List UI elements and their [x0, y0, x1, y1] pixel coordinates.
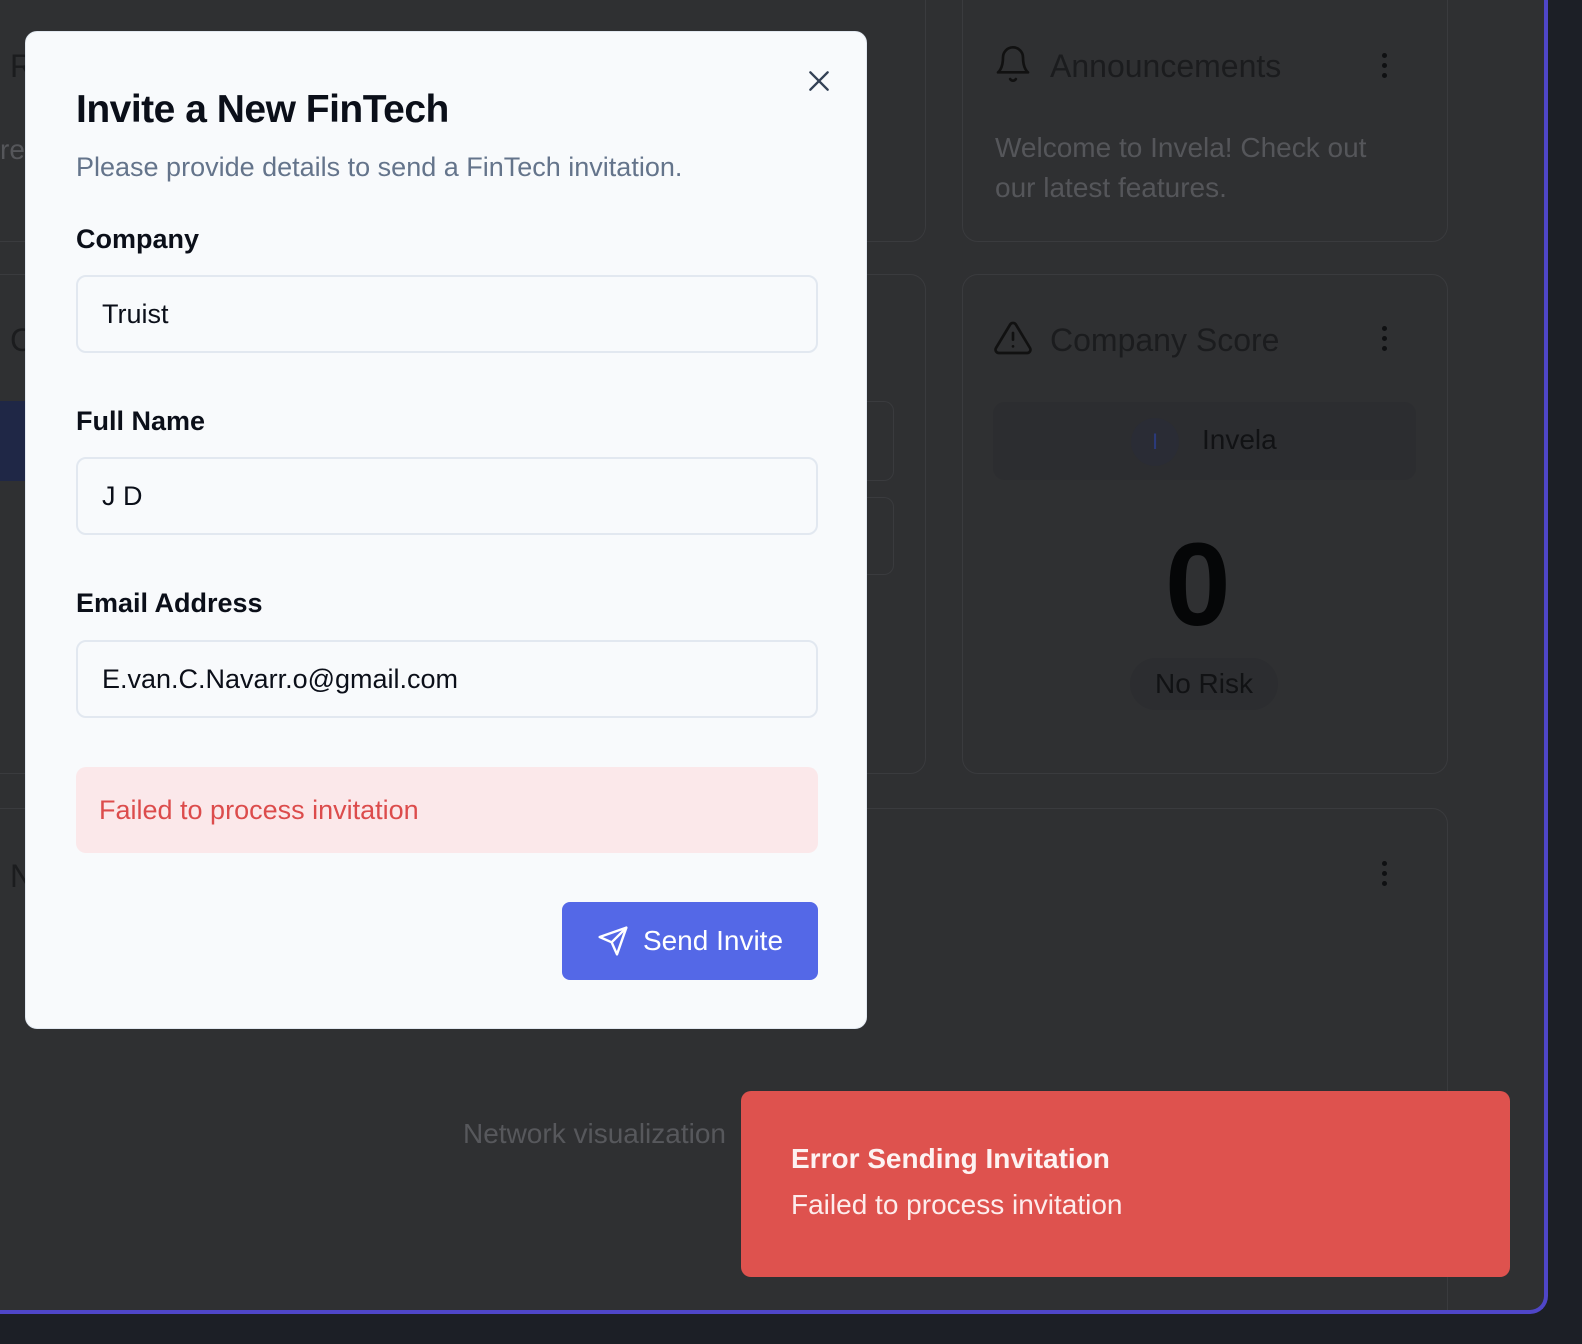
- error-toast[interactable]: Error Sending Invitation Failed to proce…: [741, 1091, 1510, 1277]
- announcements-text-line-1: Welcome to Invela! Check out: [995, 132, 1367, 163]
- left-middle-active-row: [0, 401, 26, 481]
- company-avatar-initial: I: [1151, 429, 1159, 454]
- send-invite-label: Send Invite: [642, 925, 784, 956]
- toast-description: Failed to process invitation: [791, 1189, 1123, 1220]
- form-error-message: Failed to process invitation: [76, 767, 818, 853]
- left-top-card-text-fragment: re: [0, 134, 25, 165]
- company-score-menu-button[interactable]: [1374, 321, 1394, 355]
- email-label: Email Address: [76, 588, 263, 618]
- send-invite-button[interactable]: Send Invite: [562, 902, 818, 980]
- send-icon: [598, 926, 628, 956]
- company-score-value: 0: [1165, 519, 1231, 651]
- risk-label: No Risk: [1154, 668, 1253, 699]
- dialog-description: Please provide details to send a FinTech…: [76, 152, 683, 182]
- close-icon[interactable]: [806, 68, 832, 94]
- network-placeholder: Network visualization: [463, 1118, 726, 1149]
- company-score-title: Company Score: [1050, 322, 1280, 358]
- announcements-text-line-2: our latest features.: [995, 172, 1227, 203]
- risk-badge: No Risk: [1130, 658, 1278, 710]
- company-label: Company: [76, 224, 200, 254]
- announcements-menu-button[interactable]: [1374, 48, 1394, 82]
- full-name-label: Full Name: [76, 406, 206, 436]
- dialog-title: Invite a New FinTech: [76, 88, 449, 131]
- announcements-title: Announcements: [1050, 48, 1282, 84]
- email-input[interactable]: [76, 640, 818, 718]
- company-avatar: I: [1131, 418, 1179, 466]
- company-input[interactable]: [76, 275, 818, 353]
- warning-icon: [994, 321, 1032, 355]
- full-name-input[interactable]: [76, 457, 818, 535]
- company-name: Invela: [1202, 424, 1277, 455]
- toast-title: Error Sending Invitation: [791, 1143, 1110, 1174]
- network-menu-button[interactable]: [1374, 856, 1394, 890]
- bell-icon: [996, 46, 1030, 82]
- invite-fintech-dialog: Invite a New FinTech Please provide deta…: [25, 31, 867, 1029]
- form-error-text: Failed to process invitation: [99, 794, 419, 825]
